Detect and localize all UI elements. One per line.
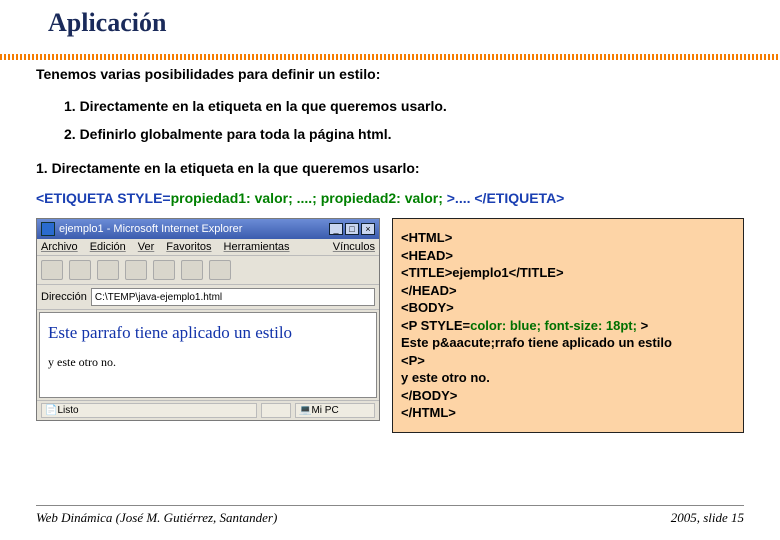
browser-menubar: Archivo Edición Ver Favoritos Herramient… [37,239,379,256]
refresh-icon [125,260,147,280]
code-line: <HTML> [401,229,735,247]
status-ready: 📄 Listo [41,403,257,418]
browser-viewport: Este parrafo tiene aplicado un estilo y … [39,312,377,398]
stop-icon [97,260,119,280]
menu-archivo: Archivo [41,241,78,253]
ie-icon [41,222,55,236]
slide-footer: Web Dinámica (José M. Gutiérrez, Santand… [36,505,744,526]
menu-ver: Ver [138,241,155,253]
menu-herramientas: Herramientas [224,241,290,253]
menu-vinculos: Vínculos [333,241,375,253]
browser-statusbar: 📄 Listo 💻 Mi PC [37,400,379,420]
slide-title: Aplicación [48,8,744,38]
status-empty [261,403,291,418]
code-style-value-inline: color: blue; font-size: 18pt; [470,318,640,333]
forward-icon [69,260,91,280]
menu-favoritos: Favoritos [166,241,211,253]
address-label: Dirección [41,291,87,303]
search-icon [181,260,203,280]
browser-toolbar [37,256,379,285]
close-icon: × [361,223,375,235]
browser-title-text: ejemplo1 - Microsoft Internet Explorer [59,223,242,235]
back-icon [41,260,63,280]
status-zone: 💻 Mi PC [295,403,375,418]
window-controls: _ □ × [329,223,375,235]
inline-code-syntax: <ETIQUETA STYLE=propiedad1: valor; ....;… [36,190,744,206]
code-line: y este otro no. [401,369,735,387]
browser-titlebar: ejemplo1 - Microsoft Internet Explorer _… [37,219,379,239]
code-line: <TITLE>ejemplo1</TITLE> [401,264,735,282]
code-line: <P> [401,352,735,370]
code-style-value: propiedad1: valor; ....; propiedad2: val… [171,190,447,206]
code-line: Este p&aacute;rrafo tiene aplicado un es… [401,334,735,352]
footer-slide-number: 2005, slide 15 [671,510,744,526]
browser-screenshot: ejemplo1 - Microsoft Internet Explorer _… [36,218,380,421]
divider-dashed [0,54,780,60]
footer-author: Web Dinámica (José M. Gutiérrez, Santand… [36,510,277,526]
code-line: <BODY> [401,299,735,317]
code-line: <HEAD> [401,247,735,265]
address-value: C:\TEMP\java-ejemplo1.html [95,292,222,303]
browser-addressbar: Dirección C:\TEMP\java-ejemplo1.html [37,285,379,310]
address-field: C:\TEMP\java-ejemplo1.html [91,288,375,306]
list-item-2: 2. Definirlo globalmente para toda la pá… [64,126,744,142]
code-style-attr: STYLE= [117,190,170,206]
code-line: </HTML> [401,404,735,422]
favorites-icon [209,260,231,280]
code-line-style: <P STYLE=color: blue; font-size: 18pt; > [401,317,735,335]
menu-edicion: Edición [90,241,126,253]
source-code-box: <HTML> <HEAD> <TITLE>ejemplo1</TITLE> </… [392,218,744,433]
code-tag-open: <ETIQUETA [36,190,117,206]
list-item-1: 1. Directamente en la etiqueta en la que… [64,98,744,114]
content-area: Tenemos varias posibilidades para defini… [36,66,744,433]
minimize-icon: _ [329,223,343,235]
code-line: </BODY> [401,387,735,405]
intro-text: Tenemos varias posibilidades para defini… [36,66,744,82]
rendered-paragraph-styled: Este parrafo tiene aplicado un estilo [48,323,368,343]
home-icon [153,260,175,280]
subheading: 1. Directamente en la etiqueta en la que… [36,160,744,176]
example-row: ejemplo1 - Microsoft Internet Explorer _… [36,218,744,433]
rendered-paragraph-plain: y este otro no. [48,355,368,370]
code-tag-close: >.... </ETIQUETA> [447,190,565,206]
maximize-icon: □ [345,223,359,235]
code-line: </HEAD> [401,282,735,300]
